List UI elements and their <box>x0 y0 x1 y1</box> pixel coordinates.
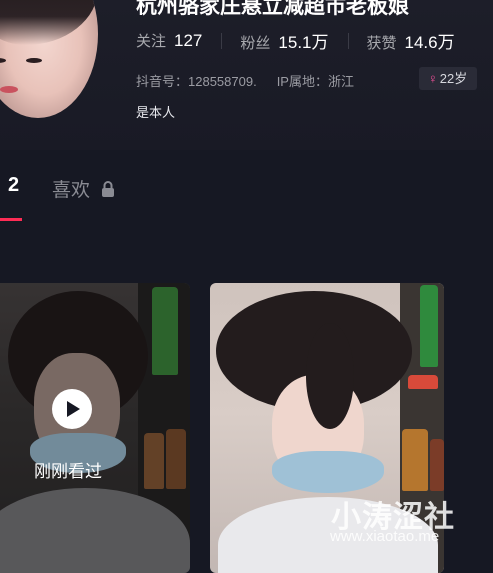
video-mask <box>272 451 384 493</box>
female-icon: ♀ <box>428 71 438 86</box>
avatar-eye-right <box>26 58 42 63</box>
profile-tabs: 2 喜欢 <box>0 170 493 221</box>
stat-value: 14.6万 <box>404 33 455 52</box>
stat-value: 127 <box>174 31 203 50</box>
profile-header: 杭州骆家庄悬立减超市老板娘 关注 127 粉丝 15.1万 获赞 14.6万 抖音号：… <box>0 0 493 150</box>
play-button[interactable] <box>52 389 92 429</box>
profile-stats: 关注 127 粉丝 15.1万 获赞 14.6万 <box>136 28 455 53</box>
stat-divider <box>221 32 223 49</box>
bottle-image <box>430 439 444 491</box>
video-dim-overlay <box>0 283 190 573</box>
stat-label: 关注 <box>136 33 167 50</box>
ip-location: IP属地：浙江 <box>276 74 354 89</box>
age-badge: ♀ 22岁 <box>419 67 478 90</box>
watermark-url: www.xiaotao.me <box>330 528 440 545</box>
avatar-lips <box>0 86 18 93</box>
bottle-image <box>420 285 438 367</box>
verified-text: 是本人 <box>136 105 176 120</box>
douyin-id: 抖音号：128558709. <box>136 74 257 89</box>
tab-likes[interactable]: 喜欢 <box>52 175 115 204</box>
stat-divider <box>347 32 349 49</box>
tab-works[interactable]: 2 <box>8 174 19 197</box>
age-label: 22岁 <box>439 71 468 86</box>
just-watched-label: 刚刚看过 <box>34 462 102 481</box>
video-hair-strand <box>306 323 354 429</box>
stat-likes-received[interactable]: 获赞 14.6万 <box>367 28 455 53</box>
stat-label: 获赞 <box>366 35 397 52</box>
tab-likes-label: 喜欢 <box>52 180 91 201</box>
stat-following[interactable]: 关注 127 <box>136 30 202 51</box>
stat-label: 粉丝 <box>240 35 271 52</box>
stat-value: 15.1万 <box>278 33 329 52</box>
avatar-hair <box>0 0 98 45</box>
bottle-image <box>402 429 428 491</box>
lock-icon <box>101 181 115 204</box>
product-label-image <box>408 375 438 389</box>
tab-active-indicator <box>0 218 22 221</box>
avatar[interactable] <box>0 0 98 118</box>
stat-followers[interactable]: 粉丝 15.1万 <box>240 28 328 53</box>
play-icon <box>67 401 80 417</box>
video-card[interactable]: 刚刚看过 <box>0 283 190 573</box>
avatar-eye-left <box>0 58 6 63</box>
profile-name: 杭州骆家庄悬立减超市老板娘 <box>136 0 409 16</box>
profile-meta: 抖音号：128558709. IP属地：浙江 <box>136 71 354 90</box>
